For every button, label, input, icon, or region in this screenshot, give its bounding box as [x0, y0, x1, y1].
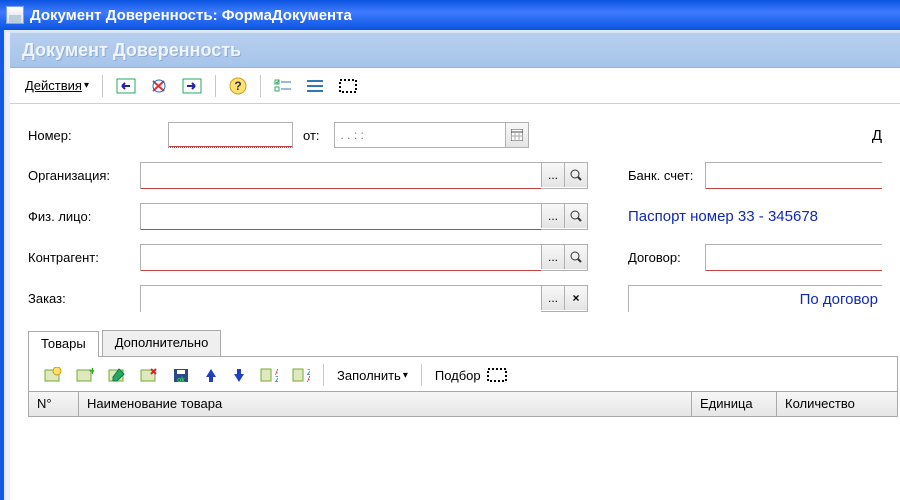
date-input[interactable]: . . : : [334, 122, 529, 148]
person-browse-button[interactable]: ... [541, 204, 564, 228]
fill-dropdown[interactable]: Заполнить ▾ [332, 363, 413, 387]
bank-input[interactable] [706, 163, 882, 189]
edit-row-icon [108, 367, 126, 383]
date-value: . . : : [335, 128, 505, 142]
number-label: Номер: [28, 128, 168, 143]
tb-add[interactable]: + [71, 363, 99, 387]
tb-save[interactable]: ok [167, 363, 195, 387]
help-icon: ? [229, 77, 247, 95]
passport-text: Паспорт номер 33 - 345678 [628, 208, 818, 225]
actions-label: Действия [25, 78, 82, 93]
caret-down-icon: ▾ [84, 80, 89, 91]
contragent-browse-button[interactable]: ... [541, 245, 564, 269]
new-row-icon [44, 367, 62, 383]
toolbar-separator [323, 364, 324, 386]
search-icon [570, 210, 582, 222]
contragent-label: Контрагент: [28, 250, 140, 265]
toolbar-separator [260, 75, 261, 97]
search-icon [570, 251, 582, 263]
toolbar-dotted-rect[interactable] [333, 73, 363, 99]
cutoff-label: Д [872, 127, 882, 144]
refresh-icon [150, 78, 168, 94]
person-search-button[interactable] [564, 204, 587, 228]
tb-up[interactable] [199, 363, 223, 387]
contragent-input[interactable] [141, 245, 541, 271]
order-input[interactable] [141, 286, 541, 312]
grid-col-number[interactable]: N° [29, 392, 79, 416]
save-icon: ok [172, 367, 190, 383]
toolbar-nav-back[interactable] [111, 73, 141, 99]
tabs: Товары Дополнительно [28, 330, 898, 357]
dotted-rect-icon [338, 78, 358, 94]
org-label: Организация: [28, 168, 140, 183]
grid-header: N° Наименование товара Единица Количеств… [28, 391, 898, 417]
toolbar-help[interactable]: ? [224, 73, 252, 99]
caret-down-icon: ▾ [403, 370, 408, 381]
contract-label: Договор: [628, 250, 705, 265]
main-toolbar: Действия ▾ ? [10, 68, 900, 104]
tb-delete[interactable] [135, 363, 163, 387]
toolbar-separator [421, 364, 422, 386]
tab-goods[interactable]: Товары [28, 331, 99, 357]
org-input[interactable] [141, 163, 541, 189]
order-label: Заказ: [28, 291, 140, 306]
tab-additional[interactable]: Дополнительно [102, 330, 222, 356]
dotted-rect-icon [487, 368, 507, 382]
tb-edit[interactable] [103, 363, 131, 387]
nav-forward-icon [182, 78, 202, 94]
toolbar-list-lines[interactable] [301, 73, 329, 99]
list-check-icon [274, 78, 292, 94]
document-header-title: Документ Доверенность [22, 40, 241, 61]
grid-col-qty[interactable]: Количество [777, 392, 897, 416]
app-icon [6, 6, 24, 24]
svg-text:A: A [307, 375, 310, 383]
toolbar-refresh[interactable] [145, 73, 173, 99]
tb-sort-za[interactable]: ZA [287, 363, 315, 387]
calendar-button[interactable] [505, 123, 528, 147]
person-input[interactable] [141, 204, 541, 230]
bank-label: Банк. счет: [628, 168, 705, 183]
org-browse-button[interactable]: ... [541, 163, 564, 187]
from-label: от: [303, 128, 320, 143]
sort-az-icon: AZ [260, 367, 278, 383]
toolbar-separator [215, 75, 216, 97]
delete-row-icon [140, 367, 158, 383]
toolbar-list-check[interactable] [269, 73, 297, 99]
toolbar-nav-forward[interactable] [177, 73, 207, 99]
svg-text:ok: ok [177, 377, 185, 383]
calendar-icon [511, 129, 523, 141]
contragent-search-button[interactable] [564, 245, 587, 269]
sort-za-icon: ZA [292, 367, 310, 383]
list-lines-icon [306, 78, 324, 94]
tb-sort-az[interactable]: AZ [255, 363, 283, 387]
grid-col-unit[interactable]: Единица [692, 392, 777, 416]
search-icon [570, 169, 582, 181]
by-contract-field[interactable]: По договор [629, 286, 882, 312]
order-clear-button[interactable]: × [564, 286, 587, 310]
arrow-up-icon [204, 367, 218, 383]
actions-dropdown[interactable]: Действия ▾ [20, 73, 94, 99]
svg-text:?: ? [234, 79, 241, 93]
arrow-down-icon [232, 367, 246, 383]
window-title: Документ Доверенность: ФормаДокумента [30, 7, 352, 24]
order-browse-button[interactable]: ... [541, 286, 564, 310]
svg-text:Z: Z [275, 375, 278, 383]
selection-button[interactable]: Подбор [430, 363, 512, 387]
document-header: Документ Доверенность [10, 32, 900, 68]
number-input[interactable] [168, 122, 293, 148]
titlebar: Документ Доверенность: ФормаДокумента [0, 0, 900, 30]
grid-col-name[interactable]: Наименование товара [79, 392, 692, 416]
add-row-icon: + [76, 367, 94, 383]
tb-new[interactable] [39, 363, 67, 387]
tb-down[interactable] [227, 363, 251, 387]
tab-toolbar: + ok AZ ZA Заполнить ▾ Подбор [28, 357, 898, 391]
svg-text:+: + [89, 367, 94, 378]
toolbar-separator [102, 75, 103, 97]
person-label: Физ. лицо: [28, 209, 140, 224]
org-search-button[interactable] [564, 163, 587, 187]
nav-back-icon [116, 78, 136, 94]
contract-input[interactable] [706, 245, 882, 271]
